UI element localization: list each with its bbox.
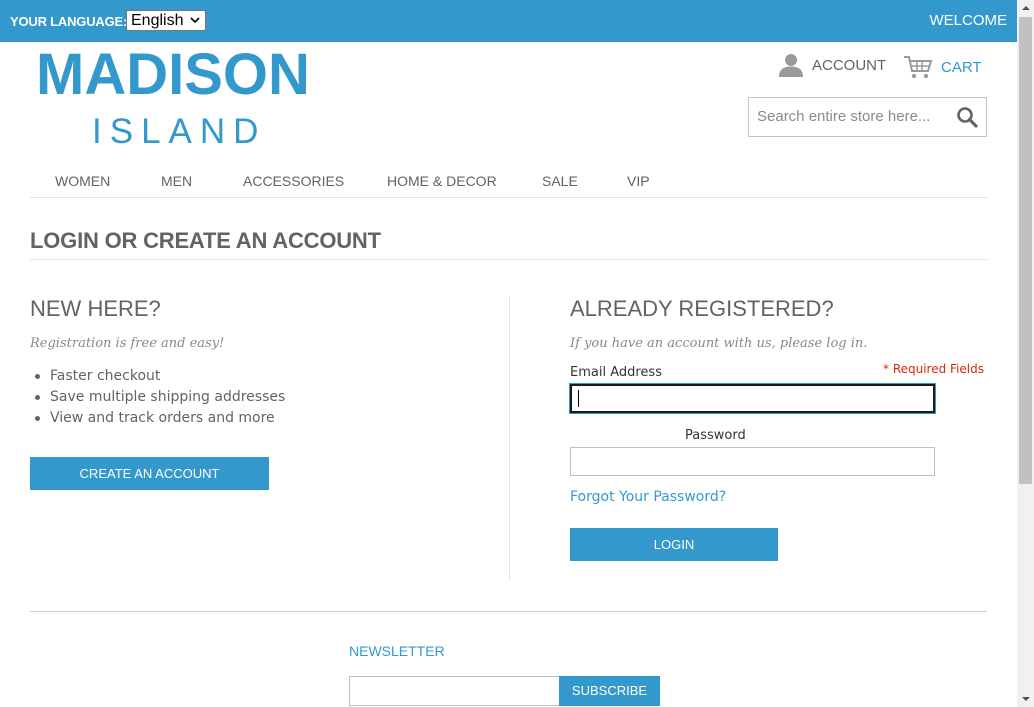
page-title: LOGIN OR CREATE AN ACCOUNT	[30, 228, 381, 253]
scrollbar-thumb[interactable]	[1019, 17, 1032, 484]
welcome-message: WELCOME	[929, 12, 1007, 29]
language-select[interactable]: English	[126, 10, 206, 31]
forgot-password-link[interactable]: Forgot Your Password?	[570, 489, 726, 505]
create-account-button[interactable]: CREATE AN ACCOUNT	[30, 457, 269, 490]
page-title-bar: LOGIN OR CREATE AN ACCOUNT	[30, 228, 987, 260]
list-item: Save multiple shipping addresses	[30, 387, 285, 408]
nav-item-accessories[interactable]: ACCESSORIES	[243, 173, 344, 189]
site-logo[interactable]: MADISON ISLAND	[36, 42, 326, 152]
text-cursor	[578, 390, 579, 407]
list-item: View and track orders and more	[30, 408, 285, 429]
search-box: Search entire store here...	[748, 97, 987, 137]
user-icon	[779, 54, 803, 77]
cart-label: CART	[941, 58, 982, 76]
password-field[interactable]	[570, 447, 935, 476]
newsletter-heading: NEWSLETTER	[349, 643, 445, 659]
already-registered-heading: ALREADY REGISTERED?	[570, 296, 834, 321]
cart-icon	[904, 56, 933, 79]
language-select-value: English	[131, 12, 184, 29]
registration-subtitle: Registration is free and easy!	[30, 336, 225, 351]
main-nav: WOMEN MEN ACCESSORIES HOME & DECOR SALE …	[30, 165, 987, 198]
page-scrollbar[interactable]	[1017, 0, 1034, 707]
logo-line-1: MADISON	[36, 42, 310, 107]
nav-item-home-decor[interactable]: HOME & DECOR	[387, 173, 497, 189]
nav-item-vip[interactable]: VIP	[627, 173, 650, 189]
required-fields-note: * Required Fields	[883, 362, 984, 376]
new-here-heading: NEW HERE?	[30, 296, 161, 321]
scroll-up-arrow-icon[interactable]	[1017, 0, 1034, 17]
newsletter-email-input[interactable]	[349, 676, 560, 706]
account-link[interactable]: ACCOUNT	[778, 53, 886, 77]
nav-item-women[interactable]: WOMEN	[55, 173, 110, 189]
password-label: Password	[685, 428, 746, 443]
language-label: YOUR LANGUAGE:	[10, 14, 128, 29]
top-bar: YOUR LANGUAGE: English WELCOME	[0, 0, 1017, 42]
search-icon[interactable]	[956, 106, 978, 128]
nav-item-sale[interactable]: SALE	[542, 173, 578, 189]
account-label: ACCOUNT	[812, 56, 887, 74]
email-field[interactable]	[570, 384, 935, 413]
search-input[interactable]: Search entire store here...	[757, 108, 937, 125]
column-divider	[509, 296, 510, 580]
list-item: Faster checkout	[30, 366, 285, 387]
cart-link[interactable]: CART	[903, 54, 982, 80]
benefits-list: Faster checkout Save multiple shipping a…	[30, 366, 285, 429]
email-label: Email Address	[570, 365, 662, 380]
login-button[interactable]: LOGIN	[570, 528, 778, 561]
nav-item-men[interactable]: MEN	[161, 173, 192, 189]
scroll-down-arrow-icon[interactable]	[1017, 690, 1034, 707]
footer-divider	[30, 611, 987, 612]
login-subtitle: If you have an account with us, please l…	[570, 336, 868, 351]
subscribe-button[interactable]: SUBSCRIBE	[559, 676, 660, 706]
logo-line-2: ISLAND	[92, 112, 267, 151]
chevron-down-icon	[190, 17, 200, 24]
